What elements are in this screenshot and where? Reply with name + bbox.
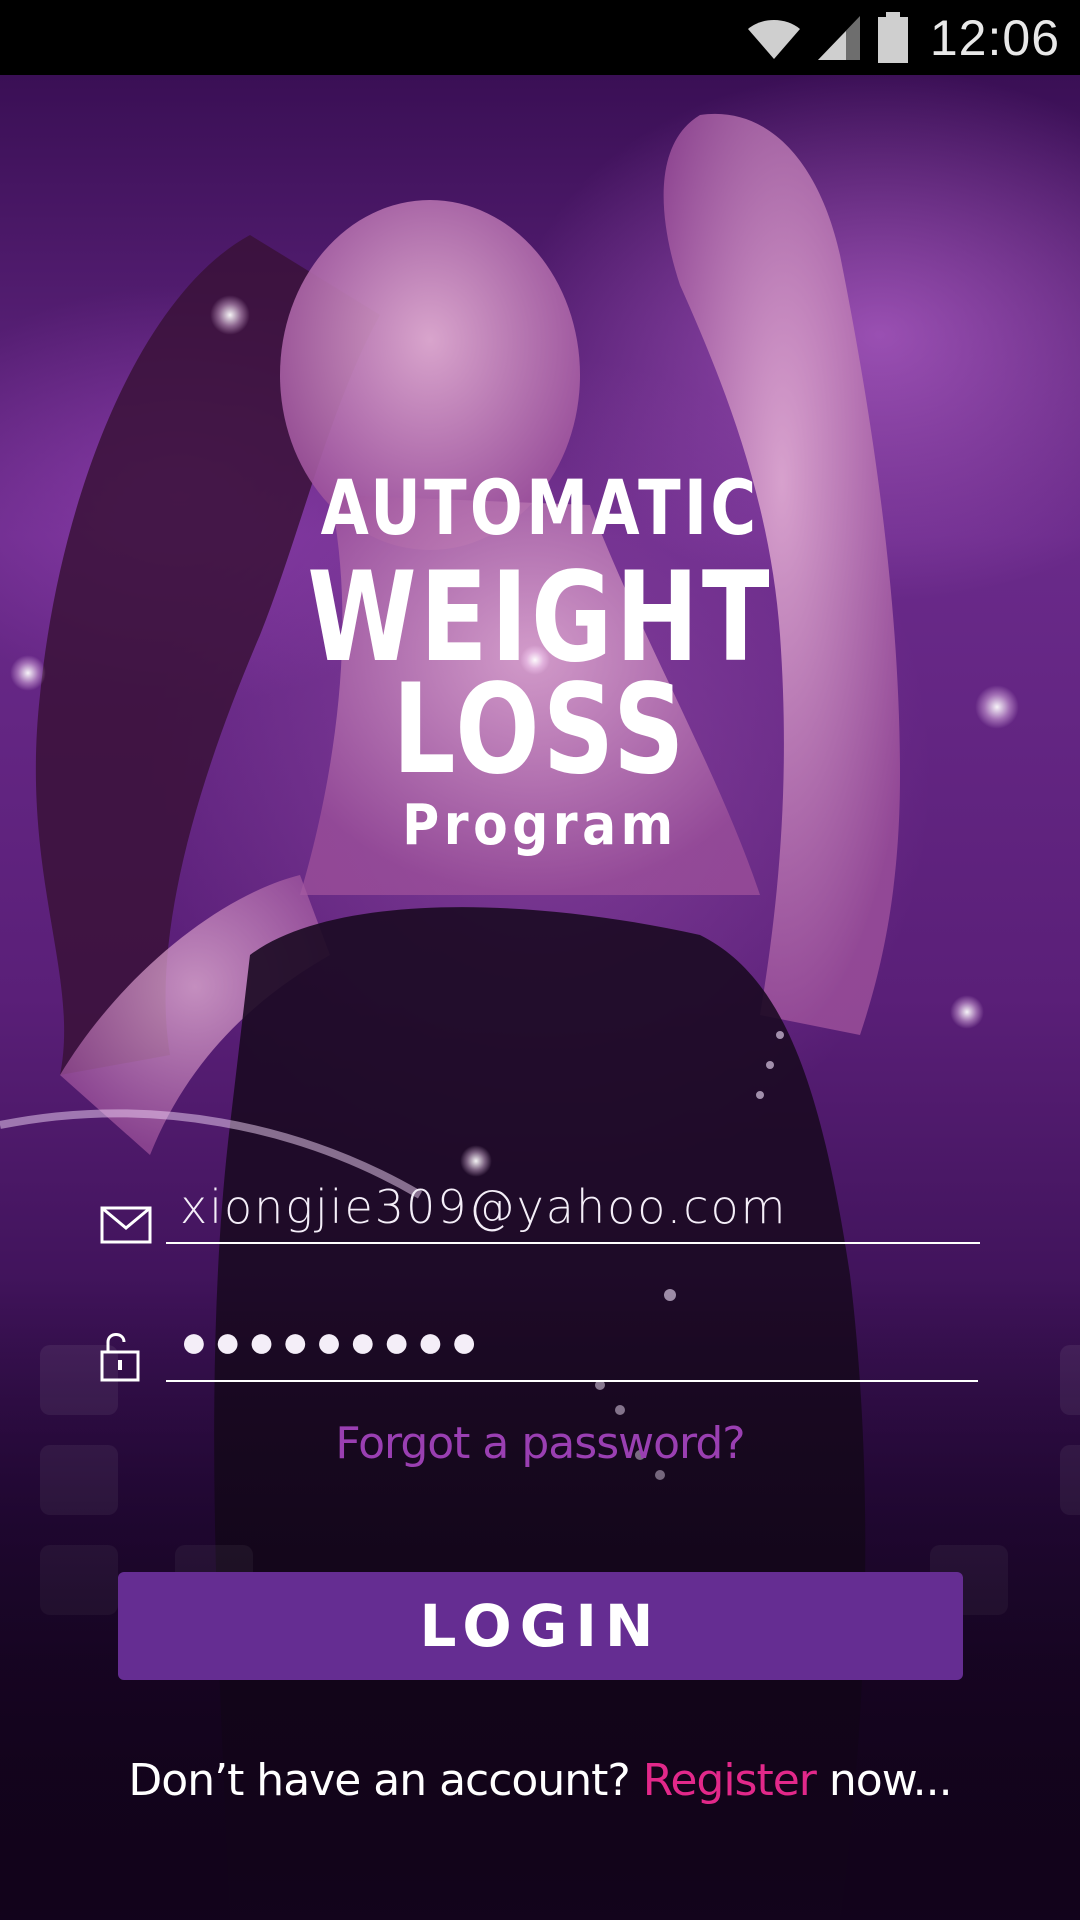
wifi-icon: [747, 19, 800, 59]
email-input[interactable]: xiongjie309@yahoo.com: [180, 1180, 787, 1234]
unlocked-padlock-icon: [100, 1333, 140, 1382]
status-bar: 12:06: [0, 0, 1080, 75]
register-prompt: Don’t have an account? Register now...: [0, 1755, 1080, 1806]
email-field[interactable]: xiongjie309@yahoo.com: [100, 1170, 980, 1246]
password-input[interactable]: ●●●●●●●●●: [180, 1314, 484, 1368]
register-link[interactable]: Register: [643, 1755, 817, 1806]
password-underline: [166, 1380, 978, 1382]
logo-line-loss: LOSS: [392, 658, 688, 802]
sparkle: [210, 295, 250, 335]
login-button[interactable]: LOGIN: [118, 1572, 963, 1680]
sparkle: [950, 995, 984, 1029]
logo-line-weight: WEIGHT: [307, 546, 773, 690]
envelope-icon: [100, 1206, 152, 1244]
email-underline: [166, 1242, 980, 1244]
app-logo: AUTOMATIC WEIGHT LOSS Program: [0, 470, 1080, 854]
logo-line-automatic: AUTOMATIC: [320, 463, 760, 552]
register-suffix: now...: [828, 1755, 953, 1806]
battery-icon: [877, 11, 908, 63]
login-screen: 12:06 AUTOMATIC WEIGHT LOSS Program xion…: [0, 0, 1080, 1920]
password-field[interactable]: ●●●●●●●●●: [100, 1310, 980, 1386]
forgot-password-link[interactable]: Forgot a password?: [0, 1418, 1080, 1469]
cellular-signal-icon: [817, 15, 860, 60]
status-clock: 12:06: [929, 9, 1060, 66]
register-prefix: Don’t have an account?: [128, 1755, 630, 1806]
logo-line-program: Program: [402, 793, 678, 858]
